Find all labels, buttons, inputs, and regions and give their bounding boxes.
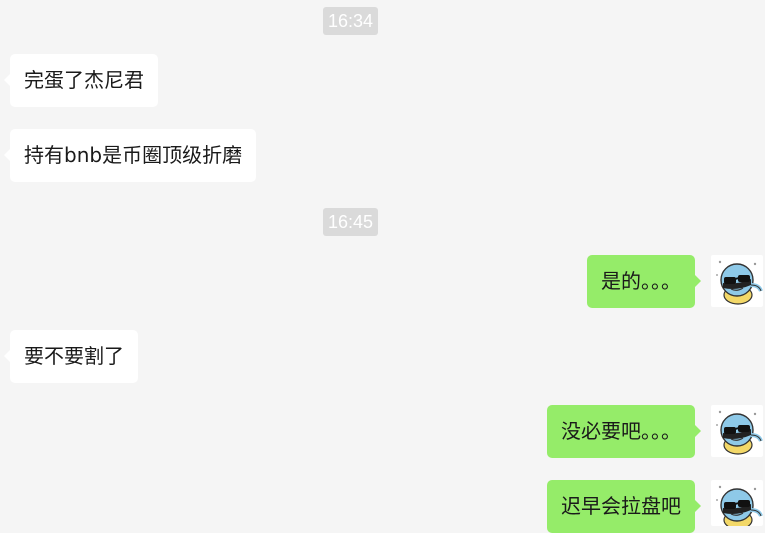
squirtle-sunglasses-icon <box>716 410 763 455</box>
message-bubble-outgoing[interactable]: 迟早会拉盘吧 <box>547 480 701 533</box>
timestamp: 16:45 <box>323 208 379 236</box>
message-bubble-incoming[interactable]: 持有bnb是币圈顶级折磨 <box>3 129 257 182</box>
timestamp: 16:34 <box>323 7 379 35</box>
message-bubble-outgoing[interactable]: 没必要吧。。。 <box>547 405 701 458</box>
message-bubble-incoming[interactable]: 要不要割了 <box>4 330 138 383</box>
squirtle-sunglasses-icon <box>716 485 763 526</box>
message-bubble-incoming[interactable]: 完蛋了杰尼君 <box>4 54 158 107</box>
avatar[interactable] <box>711 255 763 307</box>
message-bubble-outgoing[interactable]: 是的。。。 <box>587 255 701 308</box>
chat-window: 16:34 完蛋了杰尼君 持有bnb是币圈顶级折磨 16:45 是的。。。 要不… <box>0 0 765 533</box>
squirtle-sunglasses-icon <box>716 260 763 305</box>
avatar[interactable] <box>711 405 763 457</box>
avatar[interactable] <box>711 480 763 526</box>
